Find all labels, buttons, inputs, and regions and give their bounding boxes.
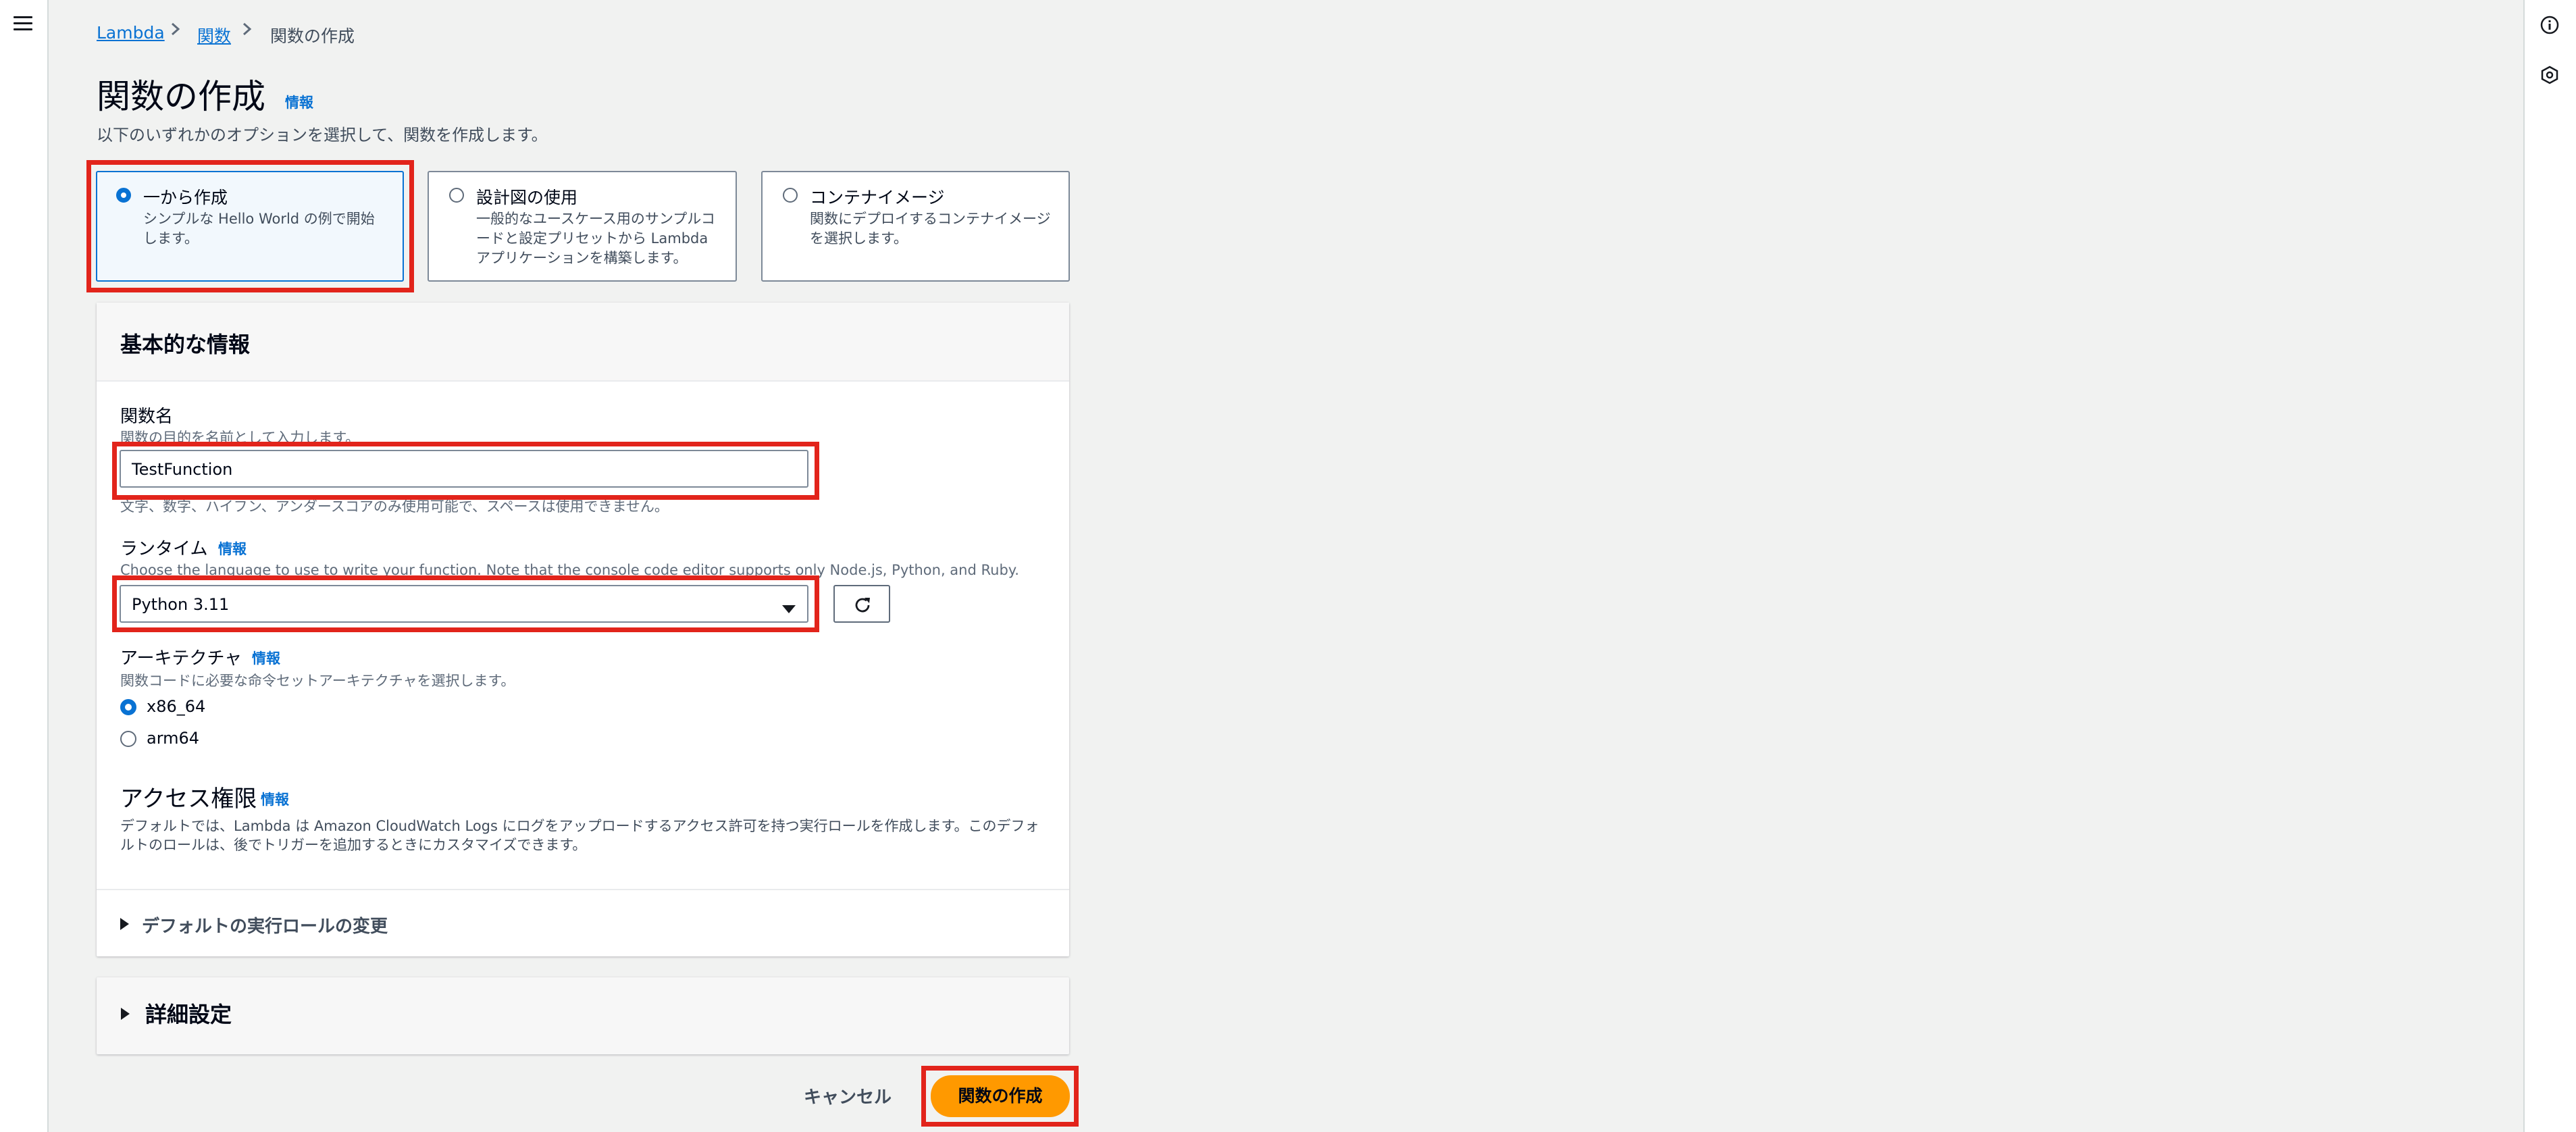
architecture-description: 関数コードに必要な命令セットアーキテクチャを選択します。 xyxy=(120,673,515,689)
caret-right-icon xyxy=(120,918,129,930)
runtime-info-link[interactable]: 情報 xyxy=(218,538,247,559)
function-name-label: 関数名 xyxy=(120,407,174,427)
option-radio[interactable] xyxy=(116,188,131,203)
runtime-label: ランタイム xyxy=(120,539,208,559)
breadcrumb-functions[interactable]: 関数 xyxy=(197,23,231,47)
change-role-label: デフォルトの実行ロールの変更 xyxy=(142,917,388,937)
option-radio[interactable] xyxy=(449,188,464,203)
info-icon[interactable] xyxy=(2540,15,2560,35)
permissions-title: アクセス権限 xyxy=(120,786,257,813)
runtime-selected-value: Python 3.11 xyxy=(132,595,230,614)
arch-radio-x86[interactable] xyxy=(120,699,136,715)
page-description: 以下のいずれかのオプションを選択して、関数を作成します。 xyxy=(97,126,548,145)
cancel-button[interactable]: キャンセル xyxy=(804,1083,892,1108)
permissions-description-line2: ルトのロールは、後でトリガーを追加するときにカスタマイズできます。 xyxy=(120,837,587,853)
option-description: シンプルな Hello World の例で開始します。 xyxy=(143,211,375,247)
left-nav-rail xyxy=(0,0,49,1132)
option-author-from-scratch[interactable]: 一から作成 シンプルな Hello World の例で開始します。 xyxy=(96,171,404,282)
option-radio[interactable] xyxy=(783,188,798,203)
option-container-image[interactable]: コンテナイメージ 関数にデプロイするコンテナイメージを選択します。 xyxy=(761,171,1070,282)
permissions-info-link[interactable]: 情報 xyxy=(261,789,289,809)
chevron-right-icon xyxy=(240,19,254,44)
function-name-value: TestFunction xyxy=(132,460,233,479)
page-title: 関数の作成 xyxy=(97,77,265,116)
breadcrumb-current: 関数の作成 xyxy=(270,26,355,46)
info-link[interactable]: 情報 xyxy=(285,92,313,112)
menu-icon[interactable] xyxy=(14,16,32,32)
option-use-blueprint[interactable]: 設計図の使用 一般的なユースケース用のサンプルコードと設定プリセットから Lam… xyxy=(428,171,737,282)
advanced-settings-title: 詳細設定 xyxy=(145,1002,232,1027)
caret-right-icon xyxy=(121,1008,130,1020)
right-tools-rail xyxy=(2523,0,2576,1132)
advanced-settings-card[interactable]: 詳細設定 xyxy=(97,977,1069,1054)
runtime-select[interactable]: Python 3.11 xyxy=(120,585,808,623)
caret-down-icon xyxy=(781,600,796,619)
option-description: 一般的なユースケース用のサンプルコードと設定プリセットから Lambda アプリ… xyxy=(476,211,715,266)
permissions-description-line1: デフォルトでは、Lambda は Amazon CloudWatch Logs … xyxy=(120,818,1039,834)
function-name-description: 関数の目的を名前として入力します。 xyxy=(120,430,360,446)
breadcrumb-lambda[interactable]: Lambda xyxy=(97,23,165,43)
arch-label-x86: x86_64 xyxy=(147,697,206,716)
option-title: コンテナイメージ xyxy=(810,188,945,207)
option-title: 一から作成 xyxy=(143,188,228,207)
runtime-description: Choose the language to use to write your… xyxy=(120,562,1019,578)
architecture-label: アーキテクチャ xyxy=(120,648,242,669)
arch-label-arm64: arm64 xyxy=(147,729,200,748)
refresh-button[interactable] xyxy=(833,585,890,623)
settings-hex-icon[interactable] xyxy=(2540,65,2560,85)
function-name-constraint: 文字、数字、ハイフン、アンダースコアのみ使用可能で、スペースは使用できません。 xyxy=(120,498,669,515)
architecture-info-link[interactable]: 情報 xyxy=(252,648,280,668)
refresh-icon xyxy=(855,598,870,613)
basic-info-title: 基本的な情報 xyxy=(120,332,251,357)
arch-radio-arm64[interactable] xyxy=(120,731,136,747)
divider xyxy=(97,889,1069,890)
function-name-input[interactable]: TestFunction xyxy=(120,450,808,488)
basic-info-card xyxy=(97,303,1069,956)
option-description: 関数にデプロイするコンテナイメージを選択します。 xyxy=(810,211,1051,247)
create-function-button[interactable]: 関数の作成 xyxy=(931,1075,1070,1117)
option-title: 設計図の使用 xyxy=(476,188,578,207)
chevron-right-icon xyxy=(169,19,182,44)
